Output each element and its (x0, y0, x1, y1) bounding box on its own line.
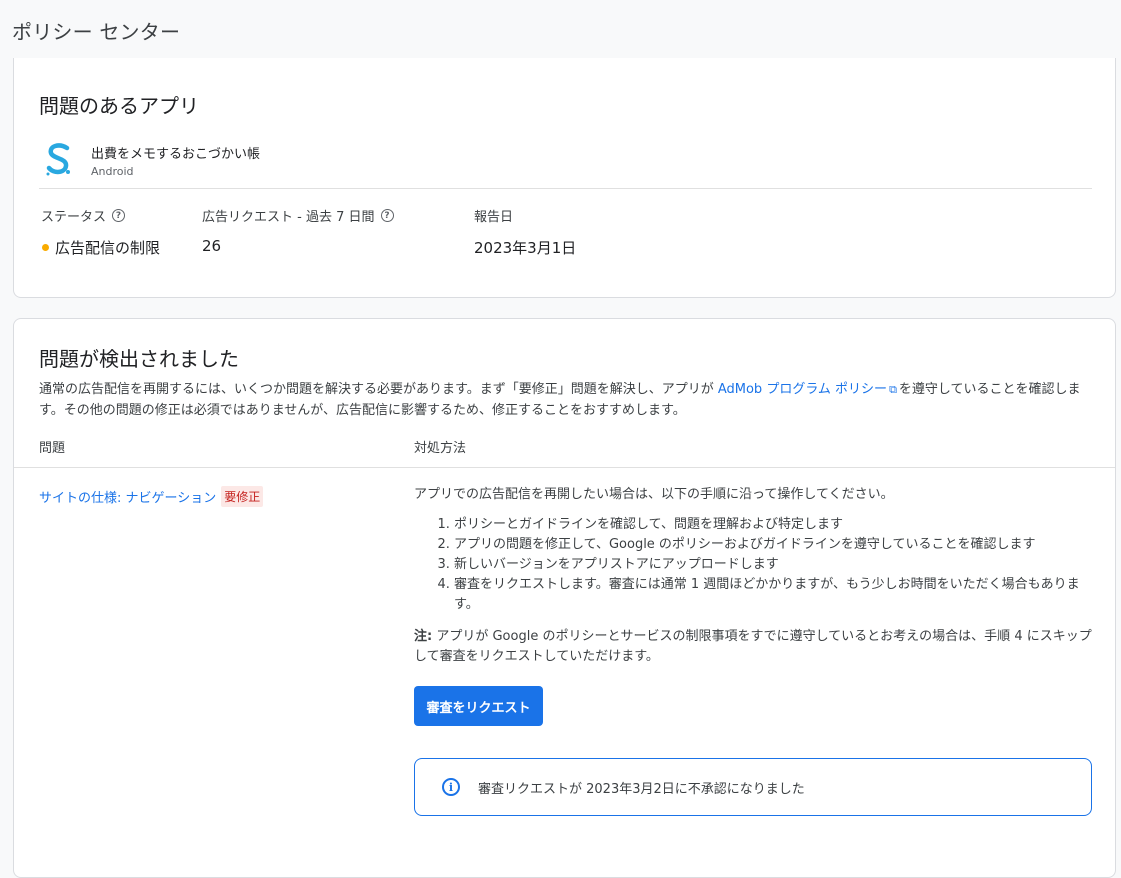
issues-card: 問題が検出されました 通常の広告配信を再開するには、いくつか問題を解決する必要が… (13, 318, 1116, 878)
status-label: ステータス ? (41, 206, 126, 225)
divider (14, 467, 1115, 468)
fix-step: アプリの問題を修正して、Google のポリシーおよびガイドラインを遵守している… (454, 535, 1094, 555)
page-title: ポリシー センター (12, 20, 181, 44)
help-icon[interactable]: ? (380, 209, 394, 222)
fix-step: ポリシーとガイドラインを確認して、問題を理解および特定します (454, 515, 1094, 535)
note: 注: アプリが Google のポリシーとサービスの制限事項をすでに遵守している… (414, 629, 1092, 664)
must-fix-badge: 要修正 (221, 486, 264, 507)
requests-value: 26 (202, 237, 222, 255)
reported-label: 報告日 (474, 210, 514, 225)
reported-value: 2023年3月1日 (474, 239, 577, 257)
column-header-issue: 問題 (39, 441, 66, 456)
fix-step: 新しいバージョンをアプリストアにアップロードします (454, 555, 1094, 575)
issues-heading: 問題が検出されました (39, 347, 239, 371)
app-row: 出費をメモするおこづかい帳 Android (39, 140, 260, 180)
help-icon[interactable]: ? (112, 209, 126, 222)
app-platform: Android (91, 164, 134, 178)
app-logo-icon (39, 140, 79, 180)
fix-steps: ポリシーとガイドラインを確認して、問題を理解および特定します アプリの問題を修正… (414, 515, 1094, 615)
issue-row-item: サイトの仕様: ナビゲーション 要修正 (39, 486, 264, 507)
fix-step: 審査をリクエストします。審査には通常 1 週間ほどかかりますが、もう少しお時間を… (454, 575, 1094, 615)
status-dot-icon (42, 244, 49, 251)
app-name: 出費をメモするおこづかい帳 (91, 146, 261, 162)
column-header-fix: 対処方法 (414, 441, 467, 456)
review-status-banner: i 審査リクエストが 2023年3月2日に不承認になりました (414, 758, 1092, 816)
info-icon: i (442, 778, 460, 796)
requests-label: 広告リクエスト - 過去 7 日間 ? (202, 206, 394, 225)
issues-description: 通常の広告配信を再開するには、いくつか問題を解決する必要があります。まず「要修正… (39, 382, 1081, 418)
review-status-text: 審査リクエストが 2023年3月2日に不承認になりました (478, 781, 805, 797)
fix-intro: アプリでの広告配信を再開したい場合は、以下の手順に沿って操作してください。 (414, 487, 894, 502)
external-link-icon[interactable]: ⧉ (889, 383, 897, 396)
divider (39, 188, 1092, 189)
status-value: 広告配信の制限 (42, 237, 160, 258)
fix-instructions: アプリでの広告配信を再開したい場合は、以下の手順に沿って操作してください。 ポリ… (414, 485, 1094, 667)
issue-link[interactable]: サイトの仕様: ナビゲーション (39, 487, 216, 506)
problem-app-heading: 問題のあるアプリ (39, 94, 199, 118)
problem-app-card: 問題のあるアプリ 出費をメモするおこづかい帳 Android ステータス ? 広… (13, 58, 1116, 298)
request-review-button[interactable]: 審査をリクエスト (414, 686, 543, 726)
admob-policy-link[interactable]: AdMob プログラム ポリシー (718, 382, 887, 397)
